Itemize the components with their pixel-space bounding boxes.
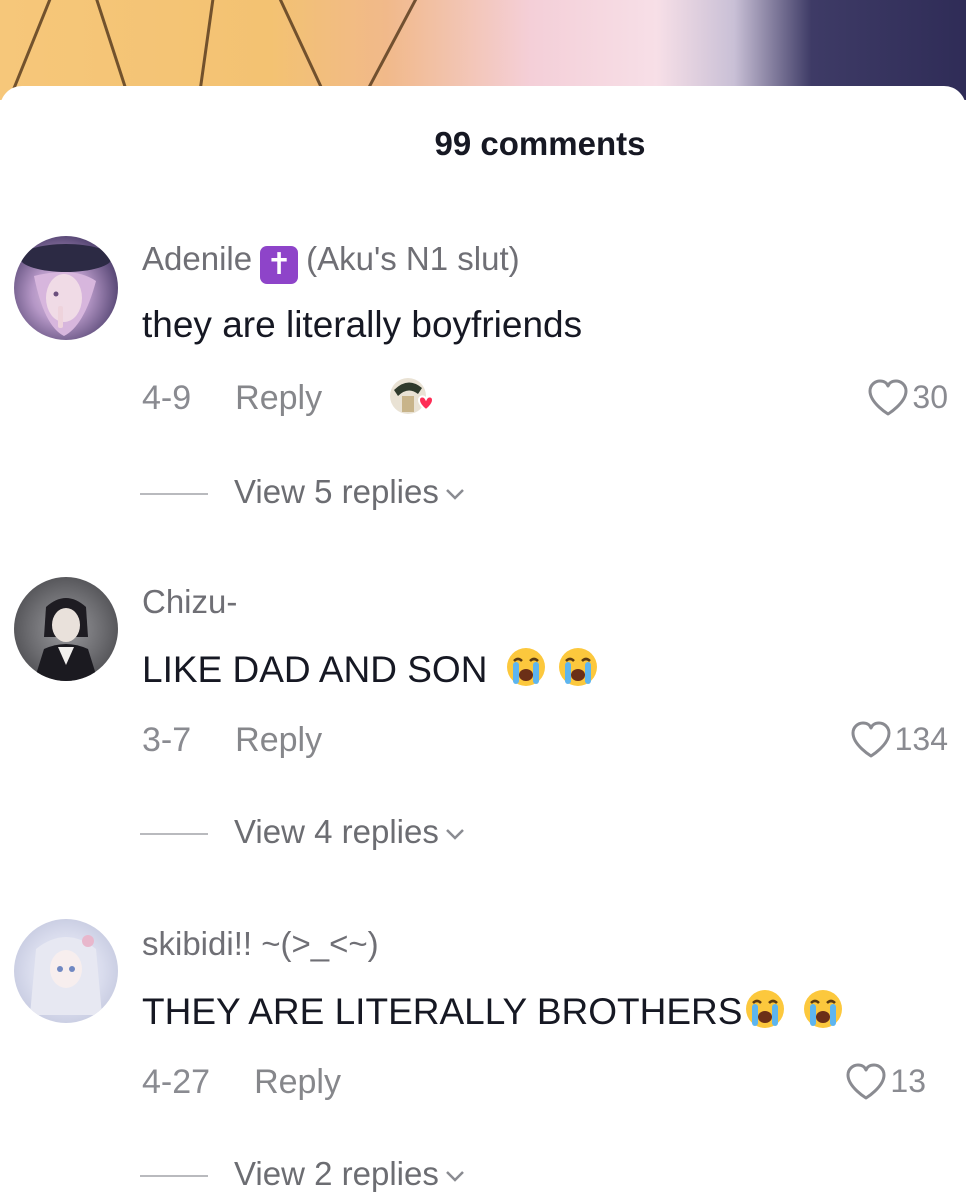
reply-button[interactable]: Reply <box>254 1063 341 1102</box>
hair-stroke <box>276 0 327 96</box>
view-replies-button[interactable]: View 4 replies <box>140 813 467 851</box>
video-background <box>0 0 966 100</box>
divider <box>140 833 208 836</box>
like-button[interactable]: 30 <box>866 377 948 418</box>
divider <box>140 1175 208 1178</box>
liked-by-creator-icon <box>388 376 440 416</box>
chevron-down-icon <box>445 489 464 501</box>
like-count: 30 <box>912 379 948 416</box>
comment-date: 4-27 <box>142 1063 211 1101</box>
avatar[interactable] <box>14 236 118 340</box>
like-count: 13 <box>890 1063 926 1100</box>
heart-outline-icon <box>868 379 908 416</box>
chevron-down-icon <box>445 1171 464 1183</box>
like-button[interactable]: 134 <box>849 719 948 760</box>
comment-username[interactable]: skibidi!! ~(>_<~) <box>142 925 379 963</box>
hair-stroke <box>197 0 216 100</box>
heart-outline-icon <box>851 721 891 758</box>
hair-stroke <box>9 0 54 97</box>
like-button[interactable]: 13 <box>844 1061 926 1102</box>
avatar-image <box>30 935 102 1015</box>
loudly-crying-face-icon <box>559 648 598 686</box>
comment-text: they are literally boyfriends <box>142 304 583 345</box>
comment-meta: 4-9 Reply <box>142 379 322 418</box>
comment-date: 3-7 <box>142 721 192 759</box>
loudly-crying-face-icon <box>507 648 546 686</box>
avatar-image <box>20 244 112 336</box>
reply-button[interactable]: Reply <box>235 721 322 760</box>
comment-username[interactable]: Chizu- <box>142 583 237 621</box>
chevron-down-icon <box>445 829 464 841</box>
heart-outline-icon <box>846 1063 886 1100</box>
comment-text: LIKE DAD AND SON <box>142 646 599 691</box>
avatar-image <box>34 598 98 681</box>
username-suffix: (Aku's N1 slut) <box>306 240 520 277</box>
comment-text-content: LIKE DAD AND SON <box>142 649 488 690</box>
latin-cross-icon: ✝ <box>260 246 299 284</box>
loudly-crying-face-icon <box>746 990 785 1028</box>
comment-meta: 4-27 Reply <box>142 1063 341 1102</box>
view-replies-label: View 2 replies <box>234 1155 439 1192</box>
loudly-crying-face-icon <box>804 990 843 1028</box>
avatar[interactable] <box>14 577 118 681</box>
view-replies-label: View 4 replies <box>234 813 439 850</box>
view-replies-label: View 5 replies <box>234 473 439 510</box>
comment-text-content: THEY ARE LITERALLY BROTHERS <box>142 991 743 1032</box>
view-replies-button[interactable]: View 5 replies <box>140 473 467 511</box>
username-text: Adenile <box>142 240 253 277</box>
avatar[interactable] <box>14 919 118 1023</box>
hair-stroke <box>364 0 419 95</box>
comment-text: THEY ARE LITERALLY BROTHERS <box>142 988 844 1033</box>
hair-stroke <box>93 0 130 98</box>
divider <box>140 493 208 496</box>
reply-button[interactable]: Reply <box>235 379 322 418</box>
comment-meta: 3-7 Reply <box>142 721 322 760</box>
comment-date: 4-9 <box>142 379 192 417</box>
like-count: 134 <box>894 721 948 758</box>
comment-username[interactable]: Adenile ✝ (Aku's N1 slut) <box>142 240 520 284</box>
view-replies-button[interactable]: View 2 replies <box>140 1155 467 1193</box>
comments-count-title: 99 comments <box>434 125 646 162</box>
